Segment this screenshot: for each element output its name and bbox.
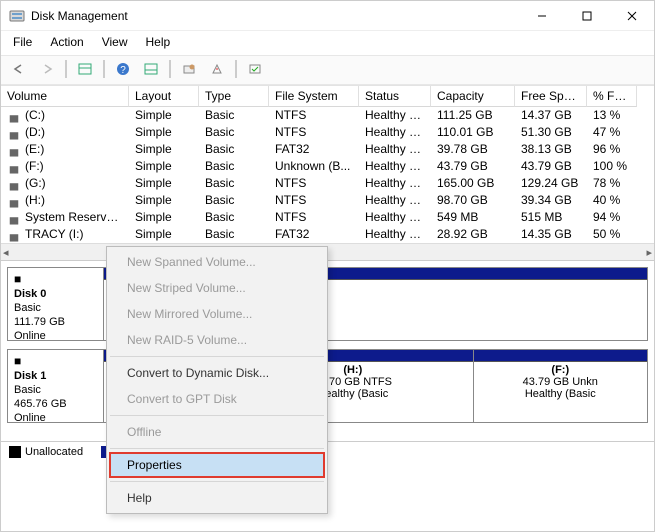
- minimize-button[interactable]: [519, 1, 564, 31]
- action-button[interactable]: [205, 58, 229, 80]
- menu-view[interactable]: View: [102, 35, 128, 49]
- menu-file[interactable]: File: [13, 35, 32, 49]
- ctx-new-mirrored: New Mirrored Volume...: [109, 301, 325, 327]
- col-type[interactable]: Type: [199, 86, 269, 107]
- toolbar: ?: [1, 55, 654, 85]
- volume-row[interactable]: ▄(D:)SimpleBasicNTFSHealthy (B...110.01 …: [1, 124, 654, 141]
- disk-1-size: 465.76 GB: [14, 398, 97, 410]
- forward-button[interactable]: [35, 58, 59, 80]
- ctx-divider: [110, 448, 324, 449]
- scroll-left-icon[interactable]: ◂: [3, 246, 9, 259]
- help-button[interactable]: ?: [111, 58, 135, 80]
- disk-1-type: Basic: [14, 384, 97, 396]
- toolbar-separator: [235, 60, 237, 78]
- view-top-button[interactable]: [73, 58, 97, 80]
- back-button[interactable]: [7, 58, 31, 80]
- col-layout[interactable]: Layout: [129, 86, 199, 107]
- ctx-offline: Offline: [109, 419, 325, 445]
- col-filesystem[interactable]: File System: [269, 86, 359, 107]
- scroll-right-icon[interactable]: ▸: [646, 246, 652, 259]
- volume-row[interactable]: ▄(E:)SimpleBasicFAT32Healthy (B...39.78 …: [1, 141, 654, 158]
- volume-row[interactable]: ▄(H:)SimpleBasicNTFSHealthy (B...98.70 G…: [1, 192, 654, 209]
- menu-help[interactable]: Help: [146, 35, 171, 49]
- col-status[interactable]: Status: [359, 86, 431, 107]
- ctx-convert-gpt: Convert to GPT Disk: [109, 386, 325, 412]
- volume-row[interactable]: ▄(F:)SimpleBasicUnknown (B...Healthy (B.…: [1, 158, 654, 175]
- toolbar-separator: [65, 60, 67, 78]
- view-bottom-button[interactable]: [139, 58, 163, 80]
- swatch-unallocated: [9, 446, 21, 458]
- ctx-convert-dynamic[interactable]: Convert to Dynamic Disk...: [109, 360, 325, 386]
- settings-button[interactable]: [243, 58, 267, 80]
- ctx-properties[interactable]: Properties: [109, 452, 325, 478]
- disk-0-size: 111.79 GB: [14, 316, 97, 328]
- menu-bar: File Action View Help: [1, 31, 654, 55]
- volume-row[interactable]: ▄TRACY (I:)SimpleBasicFAT32Healthy (P...…: [1, 226, 654, 243]
- legend-unallocated: Unallocated: [9, 446, 83, 458]
- window-title: Disk Management: [31, 9, 519, 23]
- column-headers: Volume Layout Type File System Status Ca…: [1, 86, 654, 107]
- part-desc: Healthy (Basic: [478, 388, 643, 400]
- ctx-divider: [110, 356, 324, 357]
- disk-0-status: Online: [14, 330, 97, 342]
- maximize-button[interactable]: [564, 1, 609, 31]
- ctx-new-raid5: New RAID-5 Volume...: [109, 327, 325, 353]
- part-size: 43.79 GB Unkn: [478, 376, 643, 388]
- col-free[interactable]: Free Spa...: [515, 86, 587, 107]
- ctx-new-spanned: New Spanned Volume...: [109, 249, 325, 275]
- disk-1-label: ■ Disk 1 Basic 465.76 GB Online: [8, 350, 104, 422]
- volume-row[interactable]: ▄(C:)SimpleBasicNTFSHealthy (B...111.25 …: [1, 107, 654, 124]
- disk-1-partition-f[interactable]: (F:) 43.79 GB Unkn Healthy (Basic: [473, 350, 647, 422]
- toolbar-separator: [169, 60, 171, 78]
- part-title: (F:): [478, 364, 643, 376]
- disk-1-status: Online: [14, 412, 97, 424]
- disk-1-name: Disk 1: [14, 370, 97, 382]
- col-volume[interactable]: Volume: [1, 86, 129, 107]
- app-icon: [9, 8, 25, 24]
- ctx-help[interactable]: Help: [109, 485, 325, 511]
- col-capacity[interactable]: Capacity: [431, 86, 515, 107]
- ctx-divider: [110, 415, 324, 416]
- disk-0-type: Basic: [14, 302, 97, 314]
- ctx-divider: [110, 481, 324, 482]
- ctx-new-striped: New Striped Volume...: [109, 275, 325, 301]
- volume-rows: ▄(C:)SimpleBasicNTFSHealthy (B...111.25 …: [1, 107, 654, 243]
- volume-list: Volume Layout Type File System Status Ca…: [1, 85, 654, 243]
- svg-text:?: ?: [120, 65, 126, 76]
- close-button[interactable]: [609, 1, 654, 31]
- toolbar-separator: [103, 60, 105, 78]
- volume-row[interactable]: ▄System Reserved (...SimpleBasicNTFSHeal…: [1, 209, 654, 226]
- disk-0-name: Disk 0: [14, 288, 97, 300]
- disk-0-label: ■ Disk 0 Basic 111.79 GB Online: [8, 268, 104, 340]
- title-bar: Disk Management: [1, 1, 654, 31]
- volume-row[interactable]: ▄(G:)SimpleBasicNTFSHealthy (B...165.00 …: [1, 175, 654, 192]
- col-pctfree[interactable]: % Free: [587, 86, 637, 107]
- menu-action[interactable]: Action: [50, 35, 83, 49]
- partition-bar: [474, 350, 647, 362]
- context-menu: New Spanned Volume... New Striped Volume…: [106, 246, 328, 514]
- refresh-button[interactable]: [177, 58, 201, 80]
